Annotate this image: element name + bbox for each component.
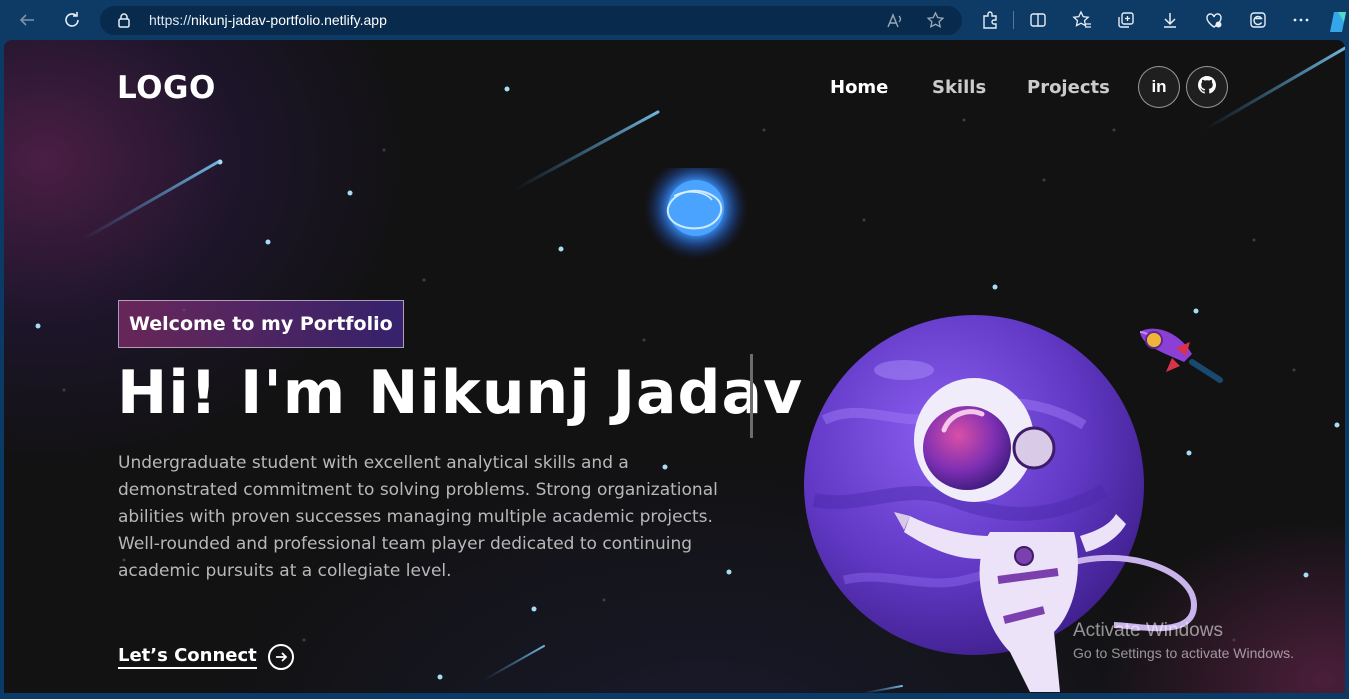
hero-title: Hi! I'm Nikunj Jadav xyxy=(117,358,804,428)
refresh-icon[interactable] xyxy=(60,8,84,32)
hero-description: Undergraduate student with excellent ana… xyxy=(118,453,718,581)
github-button[interactable] xyxy=(1186,66,1228,108)
window-bottom-border xyxy=(0,693,1349,699)
extensions-icon[interactable] xyxy=(979,9,1001,31)
browser-toolbar: https://nikunj-jadav-portfolio.netlify.a… xyxy=(0,0,1349,40)
nav-home[interactable]: Home xyxy=(830,77,888,98)
collections-icon[interactable] xyxy=(1115,9,1137,31)
watermark-subtitle: Go to Settings to activate Windows. xyxy=(1073,645,1294,661)
lets-connect-button[interactable]: Let’s Connect xyxy=(118,644,294,670)
watermark-title: Activate Windows xyxy=(1073,620,1223,641)
favorites-icon[interactable] xyxy=(1071,9,1093,31)
copilot-icon[interactable] xyxy=(1328,10,1349,34)
edge-icon[interactable] xyxy=(1247,9,1269,31)
typing-cursor xyxy=(750,354,753,438)
nav-skills[interactable]: Skills xyxy=(932,77,986,98)
read-aloud-icon[interactable] xyxy=(886,12,904,34)
downloads-icon[interactable] xyxy=(1159,9,1181,31)
address-bar[interactable]: https://nikunj-jadav-portfolio.netlify.a… xyxy=(100,6,962,35)
more-icon[interactable] xyxy=(1290,9,1312,31)
arrow-right-circle-icon xyxy=(267,644,294,670)
blue-planet-graphic xyxy=(644,168,748,260)
lock-icon xyxy=(117,12,131,32)
github-icon xyxy=(1198,76,1216,98)
nav-projects[interactable]: Projects xyxy=(1027,77,1110,98)
toolbar-divider xyxy=(1013,11,1014,29)
welcome-tagline: Welcome to my Portfolio xyxy=(118,300,404,348)
lets-connect-label: Let’s Connect xyxy=(118,645,257,669)
portfolio-page: LOGO Home Skills Projects in Welcome to … xyxy=(4,40,1345,693)
browser-essentials-icon[interactable] xyxy=(1203,9,1225,31)
logo[interactable]: LOGO xyxy=(117,70,216,106)
linkedin-icon: in xyxy=(1151,77,1167,96)
address-url[interactable]: https://nikunj-jadav-portfolio.netlify.a… xyxy=(149,12,387,28)
favorite-star-icon[interactable] xyxy=(926,11,945,34)
split-screen-icon[interactable] xyxy=(1027,9,1049,31)
linkedin-button[interactable]: in xyxy=(1138,66,1180,108)
windows-activation-watermark: Activate Windows Go to Settings to activ… xyxy=(1073,620,1294,661)
back-icon[interactable] xyxy=(15,8,39,32)
